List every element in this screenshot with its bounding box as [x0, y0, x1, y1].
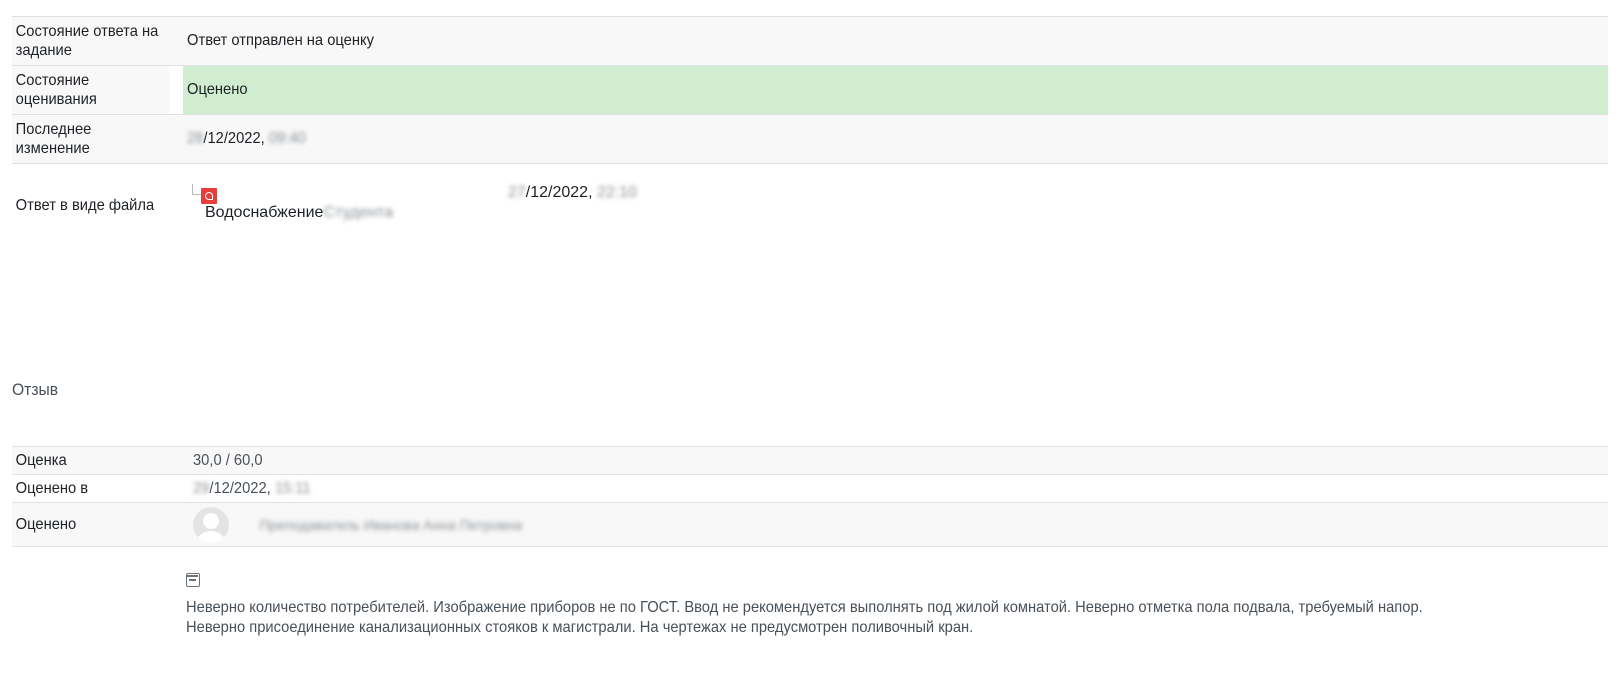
graded-on-label: Оценено в [15, 479, 89, 497]
feedback-heading: Отзыв [12, 380, 59, 399]
graded-on-value: 29/12/2022, 15:11 [193, 479, 311, 497]
grader-cell: Преподаватель Иванова Анна Петровна [193, 503, 1608, 547]
status-value: Ответ отправлен на оценку [187, 32, 374, 49]
file-date: 27/12/2022, 22:10 [508, 184, 638, 201]
file-submission-label: Ответ в виде файла [15, 197, 155, 214]
status-row-submission: Состояние ответа на задание Ответ отправ… [12, 16, 1608, 66]
last-modified-label: Последнее изменение [15, 121, 92, 157]
grading-status-value: Оценено [183, 65, 1608, 115]
status-label: Состояние ответа на задание [15, 23, 159, 59]
graded-by-row: Оценено Преподаватель Иванова Анна Петро… [12, 502, 1608, 547]
file-cell: ВодоснабжениеСтудента 27/12/2022, 22:10 [183, 164, 1608, 354]
grading-label: Состояние оценивания [12, 65, 170, 115]
submission-status-table: Состояние ответа на задание Ответ отправ… [12, 16, 1608, 354]
last-modified-value: 28/12/2022, 09:40 [187, 130, 306, 147]
collapse-comment-icon[interactable] [186, 573, 200, 587]
file-link[interactable]: ВодоснабжениеСтудента [205, 204, 393, 222]
feedback-table: Оценка 30,0 / 60,0 Оценено в 29/12/2022,… [12, 446, 1608, 547]
status-row-file: Ответ в виде файла ВодоснабжениеСтудента… [12, 163, 1608, 354]
grade-label: Оценка [15, 451, 67, 469]
status-row-grading: Состояние оценивания Оценено [12, 65, 1608, 115]
grade-value: 30,0 / 60,0 [193, 451, 263, 469]
avatar[interactable] [193, 506, 229, 543]
feedback-comment: Неверно количество потребителей. Изображ… [186, 599, 1423, 636]
graded-on-row: Оценено в 29/12/2022, 15:11 [12, 474, 1608, 503]
status-row-last-modified: Последнее изменение 28/12/2022, 09:40 [12, 114, 1608, 164]
grade-row: Оценка 30,0 / 60,0 [12, 446, 1608, 475]
pdf-icon [201, 188, 217, 204]
grader-name[interactable]: Преподаватель Иванова Анна Петровна [259, 517, 522, 533]
graded-by-label: Оценено [15, 515, 77, 533]
